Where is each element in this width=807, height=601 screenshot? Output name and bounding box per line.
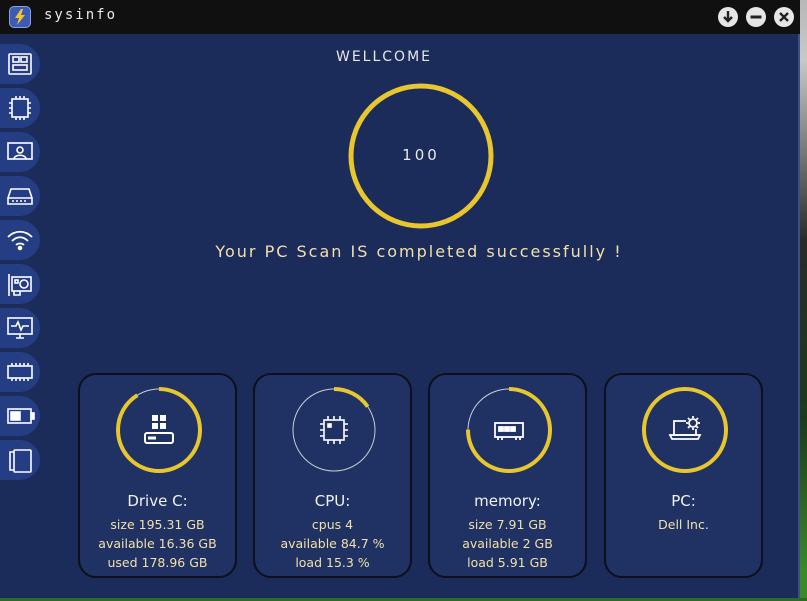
graphics-card-icon	[8, 274, 32, 296]
scan-status-message: Your PC Scan IS completed successfully !	[215, 242, 623, 261]
sidebar-item-gpu[interactable]	[0, 264, 40, 304]
cpu-card: CPU: cpus 4 available 84.7 % load 15.3 %	[253, 373, 412, 578]
cpu-progress-ring	[289, 385, 379, 475]
cpu-chip-icon	[9, 96, 31, 120]
sidebar-item-battery[interactable]	[0, 396, 40, 436]
memory-module-icon	[494, 422, 524, 440]
sidebar-item-tablet[interactable]	[0, 440, 40, 480]
window-title: sysinfo	[44, 7, 118, 23]
wifi-icon	[7, 230, 33, 251]
pc-card: PC: Dell Inc.	[604, 373, 763, 578]
sidebar-item-cpu[interactable]	[0, 88, 40, 128]
card-detail: available 2 GB	[462, 536, 553, 551]
tablet-icon	[9, 449, 32, 473]
sidebar-item-motherboard[interactable]	[0, 44, 40, 84]
desktop-background	[800, 0, 807, 601]
battery-icon	[7, 408, 35, 424]
windows-drive-icon	[144, 415, 174, 444]
drive-card: Drive C: size 195.31 GB available 16.36 …	[78, 373, 237, 578]
minimize-button[interactable]	[746, 7, 766, 27]
card-title: memory:	[474, 492, 541, 510]
memory-progress-ring	[464, 385, 554, 475]
card-detail: Dell Inc.	[658, 517, 709, 532]
memory-module-icon	[7, 363, 33, 381]
card-title: PC:	[671, 492, 696, 510]
title-bar: sysinfo	[0, 0, 800, 34]
user-display-icon	[7, 142, 33, 160]
sidebar-item-memory[interactable]	[0, 352, 40, 392]
sidebar-item-monitor[interactable]	[0, 308, 40, 348]
close-button[interactable]	[774, 7, 794, 27]
sidebar-item-storage[interactable]	[0, 176, 40, 216]
card-detail: cpus 4	[311, 517, 354, 532]
cpu-chip-icon	[320, 416, 348, 444]
laptop-settings-icon	[668, 416, 702, 440]
card-detail: load 5.91 GB	[467, 555, 548, 570]
hard-drive-icon	[7, 188, 33, 205]
card-detail: used 178.96 GB	[107, 555, 208, 570]
card-detail: load 15.3 %	[295, 555, 370, 570]
card-title: CPU:	[314, 492, 351, 510]
drive-progress-ring	[114, 385, 204, 475]
card-detail: size 7.91 GB	[468, 517, 547, 532]
lightning-app-icon	[9, 6, 31, 28]
card-detail: size 195.31 GB	[110, 517, 205, 532]
sidebar-item-user[interactable]	[0, 132, 40, 172]
score-value: 100	[402, 146, 440, 164]
app-window: sysinfo WELLCOME 100 Your PC Scan IS com…	[0, 0, 800, 598]
minimize-icon	[750, 15, 762, 19]
close-icon	[779, 12, 789, 22]
motherboard-icon	[8, 53, 32, 75]
download-button[interactable]	[718, 7, 738, 27]
memory-card: memory: size 7.91 GB available 2 GB load…	[428, 373, 587, 578]
welcome-heading: WELLCOME	[335, 49, 432, 65]
card-detail: available 16.36 GB	[98, 536, 217, 551]
card-detail: available 84.7 %	[280, 536, 385, 551]
card-title: Drive C:	[127, 492, 188, 510]
download-icon	[723, 11, 733, 23]
monitor-pulse-icon	[7, 317, 33, 339]
pc-progress-ring	[640, 385, 730, 475]
sidebar-item-network[interactable]	[0, 220, 40, 260]
